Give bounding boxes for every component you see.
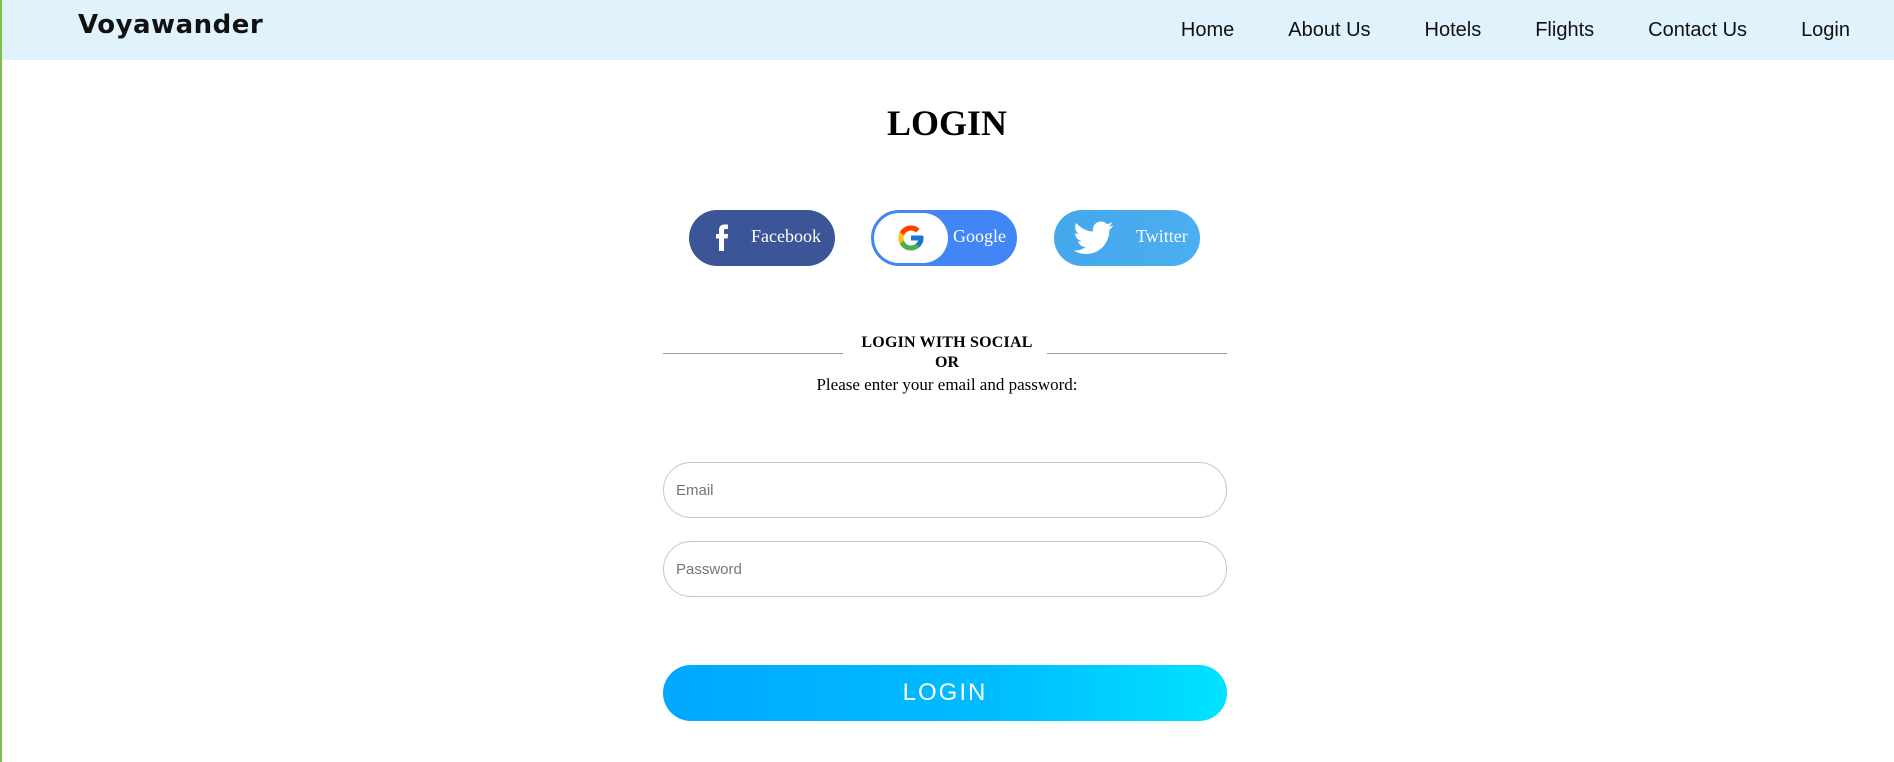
facebook-icon [716, 224, 729, 251]
top-navbar: Voyawander Home About Us Hotels Flights … [2, 0, 1894, 60]
google-icon [898, 225, 924, 251]
twitter-login-button[interactable]: Twitter [1054, 210, 1200, 266]
nav-link-about-us[interactable]: About Us [1288, 19, 1370, 42]
google-login-button[interactable]: Google [871, 210, 1017, 266]
facebook-login-button[interactable]: Facebook [689, 210, 835, 266]
social-login-caption: LOGIN WITH SOCIAL [861, 334, 1033, 351]
login-instructions: Please enter your email and password: [816, 375, 1078, 394]
nav-link-login[interactable]: Login [1801, 19, 1850, 42]
nav-link-contact-us[interactable]: Contact Us [1648, 19, 1747, 42]
nav-link-home[interactable]: Home [1181, 19, 1234, 42]
brand-logo[interactable]: Voyawander [78, 10, 263, 40]
twitter-icon [1074, 221, 1114, 254]
google-icon-badge [874, 213, 948, 263]
twitter-button-label: Twitter [1136, 226, 1188, 246]
login-submit-button[interactable]: LOGIN [663, 665, 1227, 721]
page-title: LOGIN [886, 103, 1008, 143]
facebook-button-label: Facebook [751, 226, 821, 246]
social-login-buttons: Facebook Google Twitter [689, 210, 1201, 266]
nav-link-flights[interactable]: Flights [1535, 19, 1594, 42]
password-field[interactable] [663, 541, 1227, 597]
email-field[interactable] [663, 462, 1227, 518]
google-button-label: Google [953, 226, 1006, 246]
nav-link-hotels[interactable]: Hotels [1425, 19, 1482, 42]
nav-links: Home About Us Hotels Flights Contact Us … [1181, 0, 1850, 60]
or-separator: OR [935, 354, 959, 371]
